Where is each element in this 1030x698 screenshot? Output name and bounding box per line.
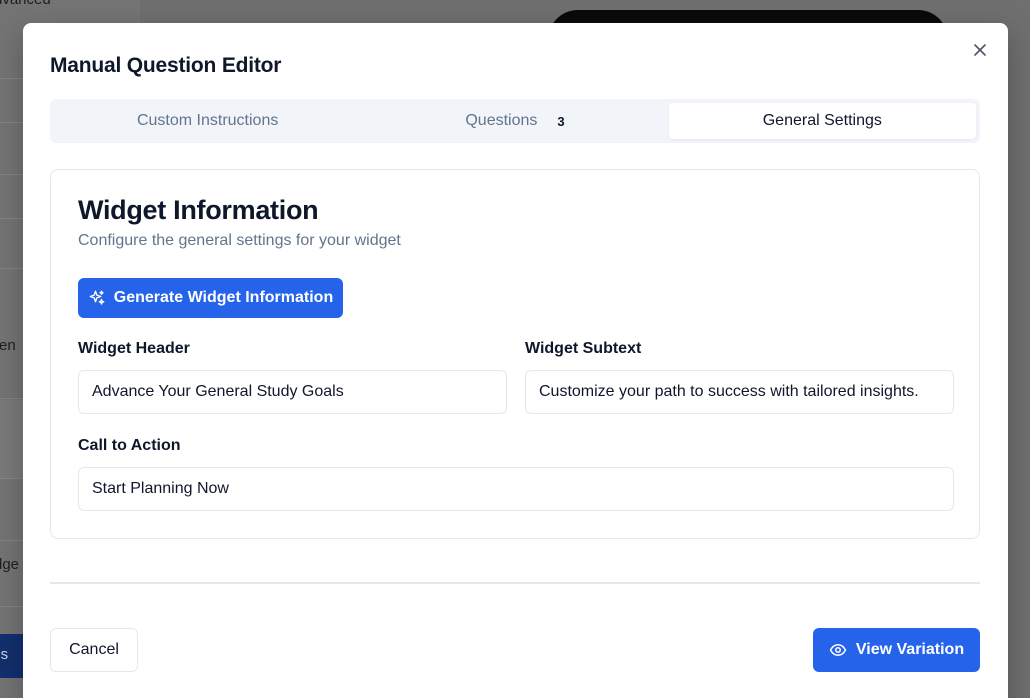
view-variation-label: View Variation bbox=[855, 641, 965, 658]
background-divider bbox=[0, 606, 24, 607]
background-text: dvanced bbox=[0, 0, 51, 8]
background-divider bbox=[0, 398, 24, 399]
background-divider bbox=[0, 122, 24, 123]
widget-information-card: Widget Information Configure the general… bbox=[50, 169, 980, 539]
tab-custom-instructions[interactable]: Custom Instructions bbox=[54, 103, 361, 139]
widget-header-input[interactable] bbox=[78, 370, 507, 414]
close-button[interactable] bbox=[970, 40, 990, 60]
background-text: dge bbox=[0, 556, 20, 573]
background-row bbox=[0, 400, 24, 478]
background-divider bbox=[0, 268, 24, 269]
call-to-action-label: Call to Action bbox=[78, 437, 181, 454]
tab-questions[interactable]: Questions 3 bbox=[361, 103, 668, 139]
tab-list: Custom Instructions Questions 3 General … bbox=[50, 99, 980, 143]
background-divider bbox=[0, 174, 24, 175]
generate-button-label: Generate Widget Information bbox=[113, 289, 334, 306]
background-button: ons bbox=[0, 634, 24, 678]
tab-label: Questions bbox=[465, 112, 538, 129]
widget-subtext-label: Widget Subtext bbox=[525, 340, 642, 357]
call-to-action-input[interactable] bbox=[78, 467, 954, 511]
manual-question-editor-modal: Manual Question Editor Custom Instructio… bbox=[23, 23, 1008, 698]
background-divider bbox=[0, 78, 24, 79]
background-divider bbox=[0, 540, 24, 541]
modal-title: Manual Question Editor bbox=[50, 54, 282, 77]
background-button-label: ons bbox=[0, 646, 9, 663]
view-variation-button[interactable]: View Variation bbox=[813, 628, 980, 672]
generate-widget-information-button[interactable]: Generate Widget Information bbox=[78, 278, 343, 318]
card-subtitle: Configure the general settings for your … bbox=[78, 232, 401, 249]
cancel-button[interactable]: Cancel bbox=[50, 628, 138, 672]
footer-divider bbox=[50, 582, 980, 584]
tab-label: General Settings bbox=[762, 112, 882, 129]
tab-label: Custom Instructions bbox=[136, 112, 279, 129]
card-title: Widget Information bbox=[78, 195, 319, 225]
background-text: ren bbox=[0, 337, 16, 354]
tab-general-settings[interactable]: General Settings bbox=[668, 103, 976, 139]
close-icon bbox=[974, 44, 986, 56]
questions-count-badge: 3 bbox=[557, 113, 565, 129]
widget-header-label: Widget Header bbox=[78, 340, 190, 357]
cancel-button-label: Cancel bbox=[69, 641, 119, 658]
background-divider bbox=[0, 478, 24, 479]
background-divider bbox=[0, 218, 24, 219]
sparkles-icon bbox=[89, 290, 105, 305]
widget-subtext-input[interactable] bbox=[525, 370, 954, 414]
eye-icon bbox=[829, 644, 847, 656]
